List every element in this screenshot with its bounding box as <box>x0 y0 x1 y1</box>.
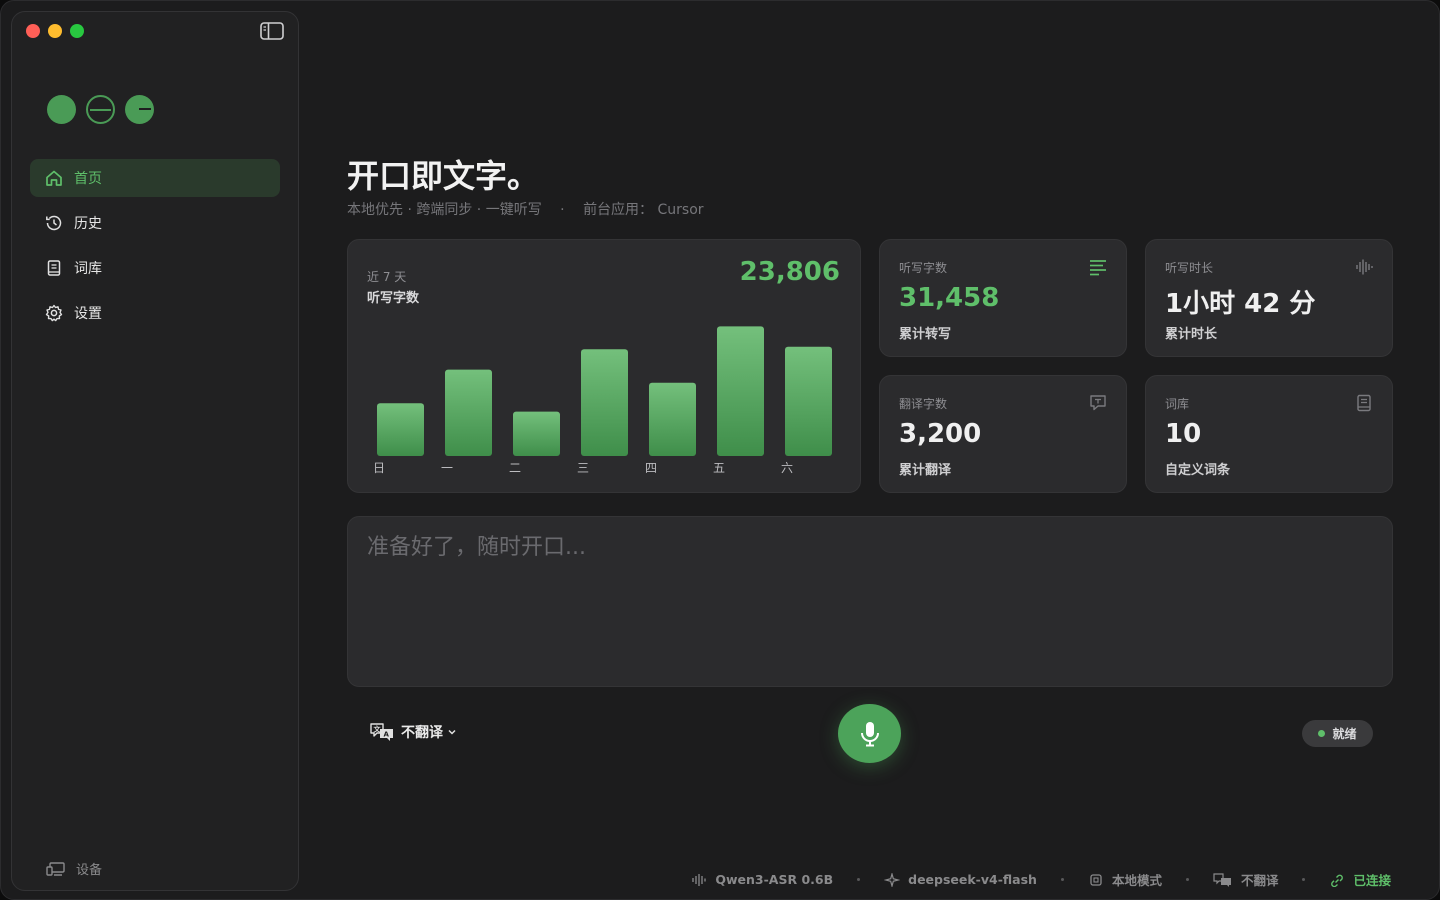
stat-value: 10 <box>1165 419 1202 449</box>
chart-bar <box>717 326 764 456</box>
translate-mode-dropdown[interactable]: 文 A 不翻译 <box>369 722 457 742</box>
zoom-window-button[interactable] <box>70 24 84 38</box>
stat-value: 3,200 <box>899 419 982 449</box>
sidebar-item-label: 词库 <box>74 261 102 277</box>
lines-icon <box>1090 260 1106 276</box>
svg-text:A: A <box>384 731 390 739</box>
history-icon <box>46 215 62 231</box>
page-title: 开口即文字。 <box>347 157 540 195</box>
stat-label: 翻译字数 <box>899 397 948 411</box>
gear-icon <box>45 304 63 322</box>
translate-bubble-icon <box>1090 395 1106 411</box>
app-logo <box>47 95 154 124</box>
book-icon <box>1357 394 1371 412</box>
asr-model-label: Qwen3-ASR 0.6B <box>715 872 834 887</box>
mode-label: 本地模式 <box>1111 873 1162 888</box>
minimize-window-button[interactable] <box>48 24 62 38</box>
status-separator <box>1060 878 1064 881</box>
connection-indicator[interactable]: 已连接 <box>1329 870 1391 889</box>
stat-card-dictation-chars: 听写字数 31,458 累计转写 <box>879 239 1127 357</box>
stat-value: 1小时 42 分 <box>1165 289 1316 319</box>
translate-icon: 文 A <box>370 723 393 741</box>
translate-mode-label: 不翻译 <box>401 725 443 741</box>
chart-tick-label: 六 <box>781 461 793 475</box>
stat-label: 词库 <box>1165 397 1190 411</box>
chart-tick-label: 四 <box>645 461 657 475</box>
chart-bar <box>513 411 560 456</box>
sidebar-item-label: 首页 <box>74 171 102 187</box>
record-mic-button[interactable] <box>838 704 901 763</box>
stat-caption: 累计转写 <box>899 327 952 342</box>
page-subtitle: 本地优先 · 跨端同步 · 一键听写 · 前台应用： Cursor <box>347 202 704 218</box>
chart-tick-label: 一 <box>441 461 453 475</box>
transcript-card[interactable] <box>347 516 1393 687</box>
device-icon <box>46 861 65 876</box>
status-separator <box>1302 878 1306 881</box>
waveform-icon <box>1356 259 1373 275</box>
status-badge: 就绪 <box>1302 720 1373 747</box>
tagline: 本地优先 · 跨端同步 · 一键听写 <box>347 202 542 218</box>
stat-caption: 累计时长 <box>1165 327 1218 342</box>
transcript-input[interactable] <box>367 535 1367 560</box>
waveform-icon <box>692 873 707 886</box>
sidebar-item-home[interactable]: 首页 <box>30 159 280 197</box>
sidebar-footer-label: 设备 <box>76 863 103 878</box>
llm-model-label: deepseek-v4-flash <box>908 872 1037 887</box>
sidebar-nav: 首页 历史 词库 设置 <box>30 159 280 339</box>
window-controls <box>26 24 84 38</box>
status-bar: Qwen3-ASR 0.6B deepseek-v4-flash 本地模式 不翻… <box>691 870 1391 889</box>
chart-bar <box>649 382 696 456</box>
chart-bar <box>785 346 832 456</box>
chart-bar <box>377 403 424 456</box>
sidebar-item-dictionary[interactable]: 词库 <box>30 249 280 287</box>
sidebar-item-devices[interactable]: 设备 <box>46 859 102 878</box>
foreground-app-label: 前台应用： <box>583 202 654 218</box>
llm-model-indicator[interactable]: deepseek-v4-flash <box>884 872 1037 887</box>
chart-tick-label: 五 <box>713 461 725 475</box>
bar-chart: 日一二三四五六 <box>373 326 832 475</box>
stat-value: 31,458 <box>899 283 1000 313</box>
connection-label: 已连接 <box>1353 873 1391 888</box>
stat-card-dictionary: 词库 10 自定义词条 <box>1145 375 1393 493</box>
status-text: 就绪 <box>1332 727 1357 741</box>
stat-card-translation-chars: 翻译字数 3,200 累计翻译 <box>879 375 1127 493</box>
chart-tick-label: 二 <box>509 461 521 475</box>
translate-indicator[interactable]: 不翻译 <box>1213 870 1279 889</box>
sparkle-icon <box>884 872 901 887</box>
foreground-app-value: Cursor <box>657 202 704 218</box>
sidebar-toggle-icon[interactable] <box>260 22 284 40</box>
dictionary-icon <box>47 260 61 276</box>
sidebar-item-label: 历史 <box>74 216 102 232</box>
stat-caption: 自定义词条 <box>1165 463 1231 478</box>
asr-model-indicator[interactable]: Qwen3-ASR 0.6B <box>691 872 833 887</box>
status-separator <box>857 878 861 881</box>
sidebar-item-label: 设置 <box>74 306 102 322</box>
weekly-chart-card: 近 7 天 听写字数 23,806 日一二三四五六 <box>347 239 861 493</box>
sidebar: 首页 历史 词库 设置 设备 <box>11 11 299 891</box>
chevron-down-icon <box>448 729 456 735</box>
chart-tick-label: 日 <box>373 461 385 475</box>
stat-label: 听写时长 <box>1165 261 1214 275</box>
translate-status-label: 不翻译 <box>1240 873 1279 888</box>
sidebar-item-history[interactable]: 历史 <box>30 204 280 242</box>
status-dot <box>1318 730 1326 737</box>
sidebar-item-settings[interactable]: 设置 <box>30 294 280 332</box>
chart-bar <box>581 349 628 456</box>
home-icon <box>46 170 62 186</box>
translate-icon <box>1213 872 1231 887</box>
chart-bar <box>445 369 492 456</box>
close-window-button[interactable] <box>26 24 40 38</box>
stat-caption: 累计翻译 <box>899 463 952 478</box>
link-icon <box>1331 874 1344 887</box>
status-separator <box>1185 878 1189 881</box>
stat-label: 听写字数 <box>899 261 948 275</box>
chip-icon <box>1090 873 1102 886</box>
microphone-icon <box>860 721 879 746</box>
app-window: 首页 历史 词库 设置 设备 开口即文字。 本地优先 · 跨端同步 · 一键听写… <box>0 0 1440 900</box>
chart-tick-label: 三 <box>577 461 589 475</box>
stat-card-dictation-duration: 听写时长 1小时 42 分 累计时长 <box>1145 239 1393 357</box>
mode-indicator[interactable]: 本地模式 <box>1088 870 1162 889</box>
